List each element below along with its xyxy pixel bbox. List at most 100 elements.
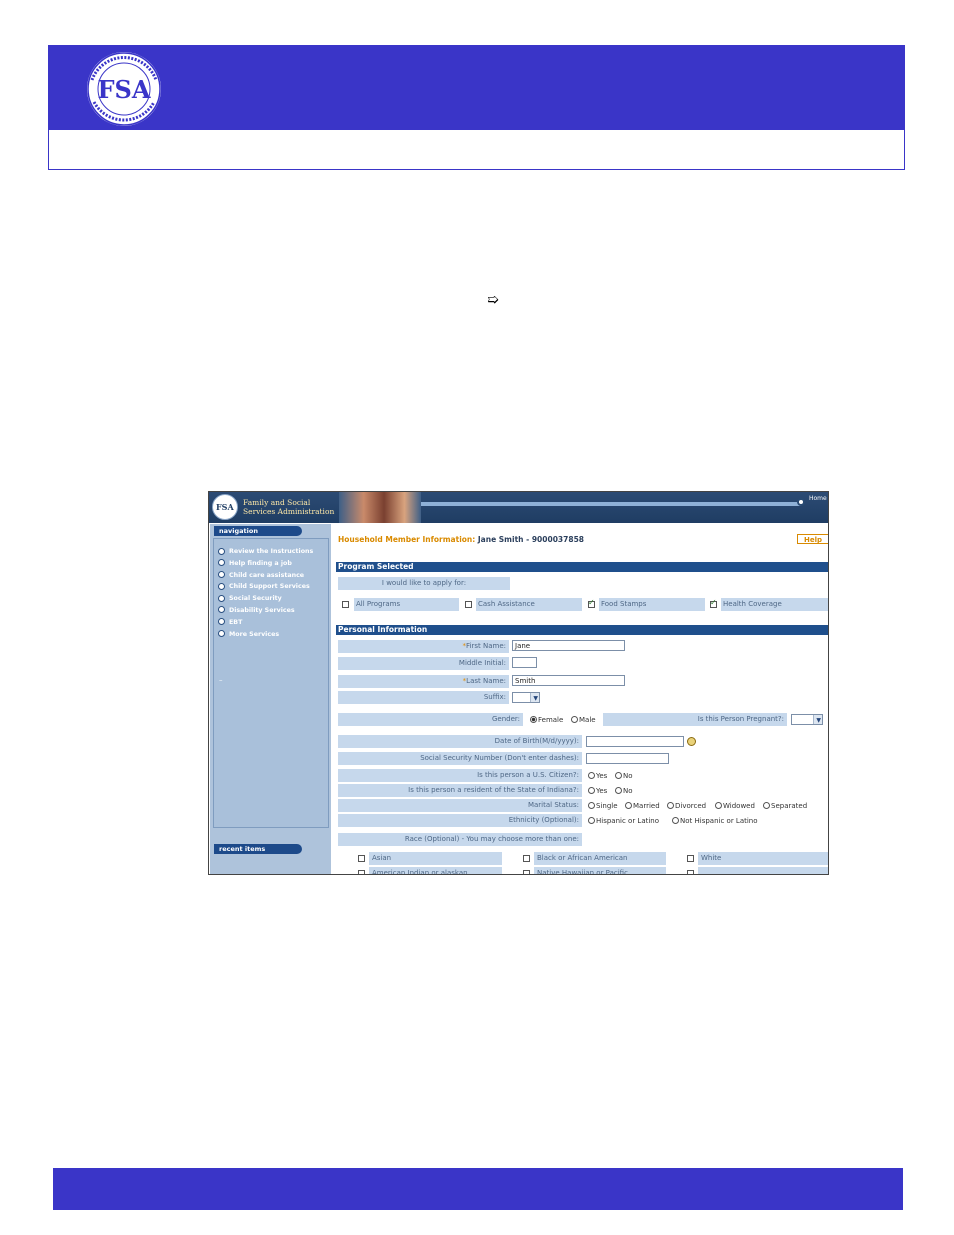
- home-link[interactable]: Home: [809, 495, 827, 502]
- cash-assistance-checkbox[interactable]: [465, 601, 472, 608]
- marital-widowed-radio[interactable]: Widowed: [715, 802, 755, 811]
- resident-yes-radio[interactable]: Yes: [588, 787, 607, 796]
- ethnicity-not-hispanic-radio[interactable]: Not Hispanic or Latino: [672, 817, 758, 826]
- food-stamps-label: Food Stamps: [599, 598, 705, 611]
- suffix-select[interactable]: ▼: [512, 692, 540, 703]
- fssa-seal-logo: FSA: [87, 52, 161, 126]
- calendar-icon[interactable]: [687, 737, 696, 746]
- nav-item-ebt[interactable]: EBT: [218, 617, 313, 629]
- page-title: Household Member Information: Jane Smith…: [338, 535, 585, 544]
- race-extra-checkbox[interactable]: [687, 870, 694, 874]
- race-black-label: Black or African American: [534, 852, 666, 865]
- citizen-label: Is this person a U.S. Citizen?:: [338, 769, 582, 782]
- all-programs-label: All Programs: [354, 598, 459, 611]
- main-content: Household Member Information: Jane Smith…: [336, 524, 828, 874]
- nav-item-social-security[interactable]: Social Security: [218, 593, 313, 605]
- race-label: Race (Optional) - You may choose more th…: [338, 833, 582, 846]
- ethnicity-label: Ethnicity (Optional):: [338, 814, 582, 827]
- marital-married-radio[interactable]: Married: [625, 802, 660, 811]
- radio-icon: [672, 817, 679, 824]
- race-asian-checkbox[interactable]: [358, 855, 365, 862]
- resident-no-radio[interactable]: No: [615, 787, 633, 796]
- marital-single-radio[interactable]: Single: [588, 802, 618, 811]
- marital-label: Marital Status:: [338, 799, 582, 812]
- chevron-down-icon: ▼: [816, 717, 821, 724]
- cash-assistance-label: Cash Assistance: [476, 598, 582, 611]
- help-button[interactable]: Help: [797, 534, 828, 544]
- first-name-label: *First Name:: [338, 640, 509, 653]
- gender-female-radio[interactable]: Female: [530, 716, 563, 725]
- resident-label: Is this person a resident of the State o…: [338, 784, 582, 797]
- bullet-icon: [218, 571, 225, 579]
- bullet-icon: [218, 630, 225, 638]
- ssn-input[interactable]: [586, 753, 669, 764]
- document-header: FSA: [48, 45, 905, 170]
- radio-icon: [588, 802, 595, 809]
- citizen-yes-radio[interactable]: Yes: [588, 772, 607, 781]
- nav-item-child-support[interactable]: Child Support Services: [218, 581, 313, 593]
- gender-male-radio[interactable]: Male: [571, 716, 596, 725]
- nav-dash: –: [219, 676, 223, 684]
- personal-section-header: Personal Information: [336, 625, 828, 635]
- bullet-icon: [218, 618, 225, 626]
- bullet-icon: [218, 594, 225, 602]
- svg-text:FSA: FSA: [98, 75, 151, 104]
- application-screenshot: FSA Family and Social Services Administr…: [208, 491, 829, 875]
- middle-initial-input[interactable]: [512, 657, 537, 668]
- citizen-no-radio[interactable]: No: [615, 772, 633, 781]
- home-icon[interactable]: [797, 498, 805, 506]
- radio-icon: [715, 802, 722, 809]
- gender-label: Gender:: [338, 713, 523, 726]
- race-asian-label: Asian: [369, 852, 502, 865]
- nav-item-child-care[interactable]: Child care assistance: [218, 570, 313, 582]
- last-name-label: *Last Name:: [338, 675, 509, 688]
- first-name-input[interactable]: Jane: [512, 640, 625, 651]
- race-white-checkbox[interactable]: [687, 855, 694, 862]
- app-banner: FSA Family and Social Services Administr…: [209, 492, 828, 523]
- pregnant-label: Is this Person Pregnant?:: [603, 713, 787, 726]
- race-white-label: White: [698, 852, 828, 865]
- health-coverage-checkbox[interactable]: [710, 598, 717, 608]
- radio-icon: [615, 787, 622, 794]
- radio-icon: [615, 772, 622, 779]
- nav-item-job[interactable]: Help finding a job: [218, 558, 313, 570]
- dob-label: Date of Birth(M/d/yyyy):: [338, 735, 582, 748]
- marital-divorced-radio[interactable]: Divorced: [667, 802, 706, 811]
- nav-list: Review the Instructions Help finding a j…: [218, 546, 313, 640]
- nav-item-more[interactable]: More Services: [218, 629, 313, 641]
- dob-input[interactable]: [586, 736, 684, 747]
- pregnant-select[interactable]: ▼: [791, 714, 823, 725]
- middle-initial-label: Middle Initial:: [338, 657, 509, 670]
- radio-icon: [763, 802, 770, 809]
- race-american-indian-checkbox[interactable]: [358, 870, 365, 874]
- radio-icon: [588, 772, 595, 779]
- arrow-icon: ➯: [487, 292, 499, 308]
- chevron-down-icon: ▼: [533, 695, 538, 702]
- ssn-label: Social Security Number (Don't enter dash…: [338, 752, 582, 765]
- food-stamps-checkbox[interactable]: [588, 598, 595, 608]
- family-photo: [339, 492, 421, 523]
- nav-item-disability[interactable]: Disability Services: [218, 605, 313, 617]
- bullet-icon: [218, 606, 225, 614]
- sidebar: navigation Review the Instructions Help …: [210, 524, 331, 874]
- header-band: [49, 46, 904, 130]
- apply-prompt: I would like to apply for:: [338, 577, 510, 590]
- race-hawaiian-label: Native Hawaiian or Pacific: [534, 867, 666, 874]
- all-programs-checkbox[interactable]: [342, 601, 349, 608]
- last-name-input[interactable]: Smith: [512, 675, 625, 686]
- radio-icon: [588, 817, 595, 824]
- bullet-icon: [218, 559, 225, 567]
- banner-stripe: [421, 502, 801, 506]
- race-black-checkbox[interactable]: [523, 855, 530, 862]
- radio-icon: [530, 716, 537, 723]
- radio-icon: [625, 802, 632, 809]
- radio-icon: [588, 787, 595, 794]
- race-hawaiian-checkbox[interactable]: [523, 870, 530, 874]
- program-section-header: Program Selected: [336, 562, 828, 572]
- recent-items-header[interactable]: recent items: [214, 844, 302, 854]
- race-extra-cell: [698, 867, 828, 874]
- ethnicity-hispanic-radio[interactable]: Hispanic or Latino: [588, 817, 659, 826]
- marital-separated-radio[interactable]: Separated: [763, 802, 807, 811]
- nav-item-instructions[interactable]: Review the Instructions: [218, 546, 313, 558]
- race-american-indian-label: American Indian or alaskan: [369, 867, 502, 874]
